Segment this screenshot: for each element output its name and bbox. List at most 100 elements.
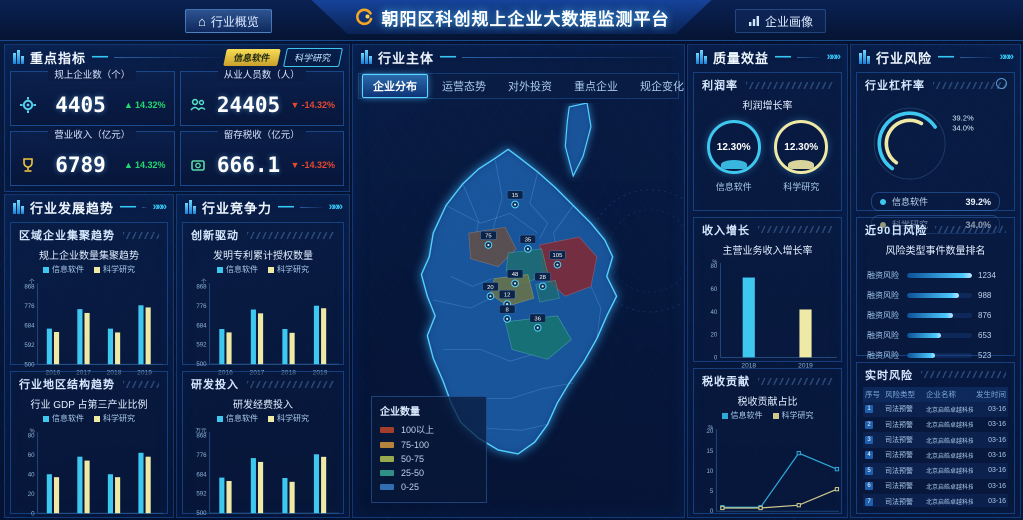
legend-item: 科学研究 xyxy=(268,413,309,424)
table-row[interactable]: 6司法预警北京启皓卓越科技有限公司03-16 xyxy=(863,479,1008,494)
subpanel-title: 税收贡献 xyxy=(702,373,750,389)
svg-text:20: 20 xyxy=(28,491,35,498)
more-icon[interactable]: »»» xyxy=(329,201,341,213)
svg-text:12: 12 xyxy=(504,293,511,299)
info-icon[interactable] xyxy=(996,78,1007,89)
hatch-decoration xyxy=(247,381,335,388)
svg-text:%: % xyxy=(30,429,35,435)
subpanel-title: 近90日风险 xyxy=(865,222,927,238)
svg-text:75: 75 xyxy=(485,234,492,240)
hbar-row: 融资风险876 xyxy=(867,310,1004,321)
legend-item: 信息软件 xyxy=(43,264,84,275)
tab-item[interactable]: 运营态势 xyxy=(431,74,497,98)
nav-enterprise-portrait[interactable]: 企业画像 xyxy=(735,9,826,33)
hatch-decoration xyxy=(123,232,159,239)
line-decoration xyxy=(114,57,219,58)
svg-text:2016: 2016 xyxy=(715,517,730,518)
subpanel-title: 收入增长 xyxy=(702,222,750,238)
svg-text:2019: 2019 xyxy=(830,517,841,518)
page-title: 朝阳区科创规上企业大数据监测平台 xyxy=(382,5,670,30)
chart-profit-growth: 利润增长率 12.30%信息软件12.30%科学研究 xyxy=(694,95,841,199)
table-row[interactable]: 5司法预警北京启皓卓越科技有限公司03-16 xyxy=(863,463,1008,478)
table-row[interactable]: 1司法预警北京启皓卓越科技有限公司03-16 xyxy=(863,402,1008,417)
svg-text:500: 500 xyxy=(196,510,207,517)
svg-text:2017: 2017 xyxy=(753,517,768,518)
svg-text:2018: 2018 xyxy=(791,517,806,518)
tab-item[interactable]: 企业分布 xyxy=(362,74,428,98)
svg-text:776: 776 xyxy=(196,303,207,310)
table-row[interactable]: 7司法预警北京启皓卓越科技有限公司03-16 xyxy=(863,494,1008,507)
trophy-icon xyxy=(19,156,37,174)
nav-label: 企业画像 xyxy=(765,13,813,30)
subpanel-innovation: 创新驱动 发明专利累计授权数量 信息软件科学研究 500592684776868… xyxy=(182,222,344,365)
ring-gauge: 12.30%信息软件 xyxy=(707,120,761,193)
map-legend-item: 50-75 xyxy=(380,454,478,464)
arrow-up-icon: ▲ xyxy=(124,100,133,110)
svg-text:15: 15 xyxy=(706,448,713,455)
bar-chart-icon xyxy=(748,15,760,27)
chart-risk-ranking: 风险类型事件数量排名 融资风险1234融资风险988融资风险876融资风险653… xyxy=(857,240,1014,374)
svg-text:0: 0 xyxy=(31,510,35,517)
stat-card-enterprises: 规上企业数（个） 4405 ▲14.32% xyxy=(10,71,175,126)
section-icon xyxy=(696,50,707,64)
table-row[interactable]: 3司法预警北京启皓卓越科技有限公司03-16 xyxy=(863,432,1008,447)
toggle-science-research[interactable]: 科学研究 xyxy=(283,48,343,67)
subpanel-title: 行业杠杆率 xyxy=(865,77,925,93)
section-icon xyxy=(13,200,24,214)
panel-title: 行业主体 xyxy=(378,48,434,67)
legend-item: 信息软件 xyxy=(217,413,258,424)
subpanel-leverage: 行业杠杆率 39.2%34.0% 信息软件39.2%科学研究34.0% xyxy=(856,72,1015,211)
table-row[interactable]: 4司法预警北京启皓卓越科技有限公司03-16 xyxy=(863,448,1008,463)
subpanel-rd-investment: 研发投入 研发经费投入 信息软件科学研究 500592684776868万元20… xyxy=(182,371,344,514)
legend-item: 信息软件39.2% xyxy=(871,192,1000,211)
panel-industry-trend: 行业发展趋势 — »»» 区域企业集聚趋势 规上企业数量集聚趋势 信息软件科学研… xyxy=(4,194,174,518)
hatch-decoration xyxy=(758,378,833,385)
tab-item[interactable]: 对外投资 xyxy=(497,74,563,98)
subpanel-tax-contribution: 税收贡献 税收贡献占比 信息软件科学研究 05101520%2016201720… xyxy=(693,368,842,514)
panel-title: 重点指标 xyxy=(30,48,86,67)
svg-text:28: 28 xyxy=(539,275,546,281)
section-icon xyxy=(361,50,372,64)
stat-value: 666.1 xyxy=(217,153,280,177)
tab-bar: 企业分布运营态势对外投资重点企业规企变化排名 xyxy=(358,73,679,99)
gear-icon xyxy=(19,96,37,114)
legend-item: 科学研究 xyxy=(773,410,814,421)
panel-title: 质量效益 xyxy=(713,48,769,67)
table-row[interactable]: 2司法预警北京启皓卓越科技有限公司03-16 xyxy=(863,417,1008,432)
svg-text:592: 592 xyxy=(24,342,35,349)
section-icon xyxy=(13,50,24,64)
svg-text:5: 5 xyxy=(710,488,714,495)
tab-item[interactable]: 重点企业 xyxy=(563,74,629,98)
district-map-area: 15753510548282012836 企业数量 100以上75-10050-… xyxy=(353,103,684,517)
stat-delta: ▼-14.32% xyxy=(291,160,335,170)
subpanel-title: 区域企业集聚趋势 xyxy=(19,227,115,243)
chart-tax-share: 税收贡献占比 信息软件科学研究 05101520%201620172018201… xyxy=(694,391,841,518)
svg-text:60: 60 xyxy=(711,286,718,293)
dash-decoration: — xyxy=(92,48,108,66)
platform-logo-icon xyxy=(354,7,374,27)
stat-cards: 规上企业数（个） 4405 ▲14.32% 从业人员数（人） xyxy=(5,69,349,191)
arrow-up-icon: ▲ xyxy=(124,160,133,170)
legend-item: 科学研究 xyxy=(268,264,309,275)
hbar-row: 融资风险1234 xyxy=(867,270,1004,281)
nav-industry-overview[interactable]: ⌂ 行业概览 xyxy=(185,9,272,33)
panel-title: 行业竞争力 xyxy=(202,198,272,217)
map-legend-item: 75-100 xyxy=(380,440,478,450)
svg-text:776: 776 xyxy=(24,303,35,310)
hatch-decoration xyxy=(123,381,159,388)
more-icon[interactable]: »»» xyxy=(153,201,165,213)
more-icon[interactable]: »»» xyxy=(1000,51,1012,63)
stat-delta: ▲14.32% xyxy=(124,160,165,170)
dashboard: ⌂ 行业概览 朝阳区科创规上企业大数据监测平台 企业画像 重点指标 — 信息软件… xyxy=(0,0,1023,520)
subpanel-title: 创新驱动 xyxy=(191,227,239,243)
hbar-row: 融资风险988 xyxy=(867,290,1004,301)
panel-quality-benefit: 质量效益 — »»» 利润率 利润增长率 12.30%信息软件12.30%科学研… xyxy=(687,44,848,518)
svg-text:48: 48 xyxy=(512,272,519,278)
more-icon[interactable]: »»» xyxy=(827,51,839,63)
realtime-risk-table: 序号风险类型企业名称发生时间 1司法预警北京启皓卓越科技有限公司03-162司法… xyxy=(863,387,1008,507)
map-legend-item: 0-25 xyxy=(380,482,478,492)
svg-text:20: 20 xyxy=(487,285,494,291)
toggle-info-software[interactable]: 信息软件 xyxy=(223,49,281,66)
money-icon xyxy=(189,156,207,174)
tab-item[interactable]: 规企变化排名 xyxy=(629,74,685,98)
